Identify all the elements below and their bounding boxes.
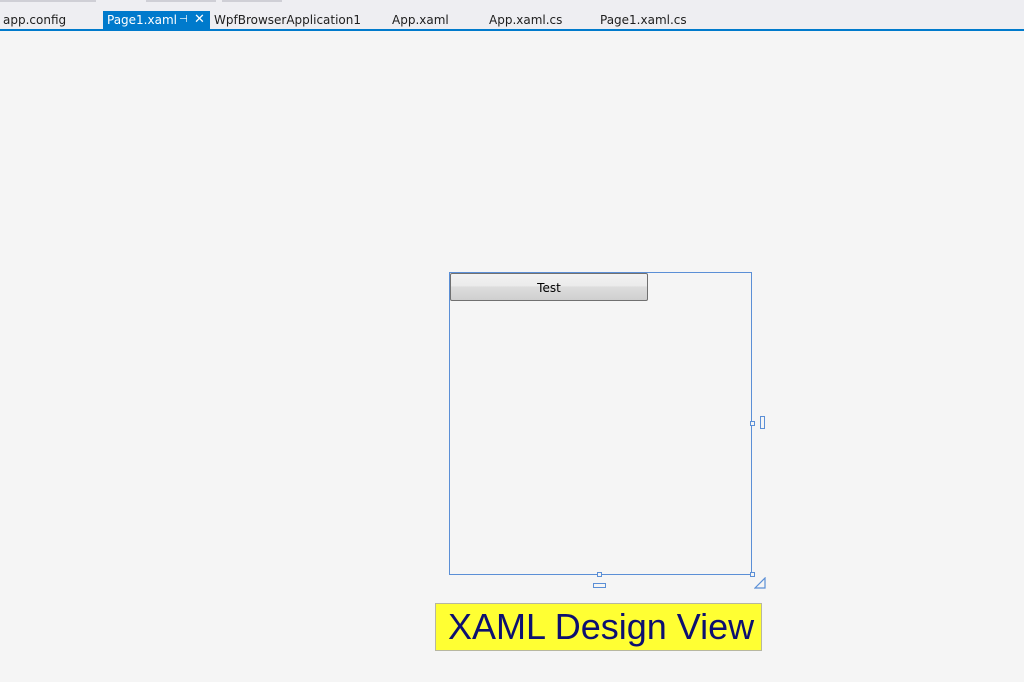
close-icon[interactable]: ✕ bbox=[194, 11, 205, 29]
tab-app-xaml[interactable]: App.xaml bbox=[392, 11, 449, 29]
tab-page1-xaml[interactable]: Page1.xaml ⊣ ✕ bbox=[103, 11, 210, 29]
test-button[interactable]: Test bbox=[450, 273, 648, 301]
tab-app-xaml-cs[interactable]: App.xaml.cs bbox=[489, 11, 562, 29]
page-design-frame[interactable] bbox=[449, 272, 752, 575]
tab-wpfbrowserapplication1[interactable]: WpfBrowserApplication1 bbox=[214, 11, 361, 29]
strip-mark bbox=[0, 0, 96, 2]
tab-label: Page1.xaml bbox=[107, 13, 177, 27]
tab-page1-xaml-cs[interactable]: Page1.xaml.cs bbox=[600, 11, 687, 29]
bottom-resize-handle[interactable] bbox=[597, 572, 602, 577]
xaml-designer-window: app.config Page1.xaml ⊣ ✕ WpfBrowserAppl… bbox=[0, 0, 1024, 682]
bottom-size-adorner[interactable] bbox=[593, 583, 606, 588]
right-size-adorner[interactable] bbox=[760, 416, 765, 429]
strip-mark bbox=[222, 0, 282, 2]
pin-icon[interactable]: ⊣ bbox=[179, 11, 188, 29]
resize-grip-icon[interactable] bbox=[754, 577, 766, 589]
strip-mark bbox=[146, 0, 216, 2]
right-resize-handle[interactable] bbox=[750, 421, 755, 426]
tab-well-accent-line bbox=[0, 29, 1024, 31]
caption-label: XAML Design View bbox=[435, 603, 762, 651]
tab-app-config[interactable]: app.config bbox=[3, 11, 66, 29]
